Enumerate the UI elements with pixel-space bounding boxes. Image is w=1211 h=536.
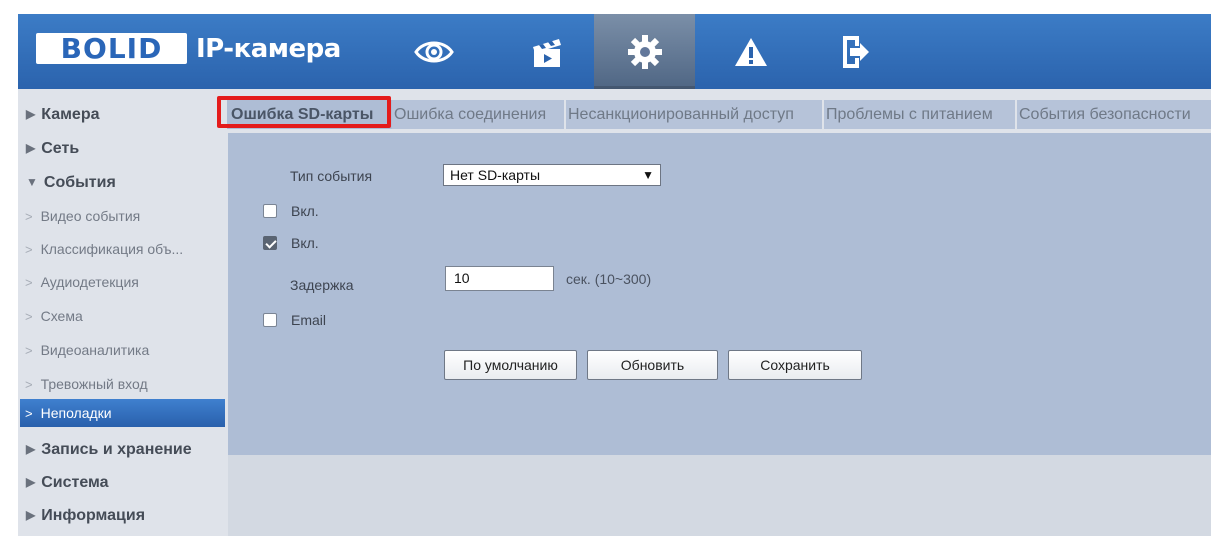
enable-checkbox-1[interactable]: [263, 204, 277, 218]
refresh-button[interactable]: Обновить: [587, 350, 718, 380]
sidebar-subitem-alarm-input[interactable]: > Тревожный вход: [18, 370, 228, 398]
sidebar-item-label: Видеоаналитика: [40, 342, 150, 358]
chevron-down-icon: ▼: [642, 168, 654, 182]
sidebar-item-label: Камера: [41, 106, 100, 123]
sidebar-item-label: Аудиодетекция: [40, 274, 139, 290]
tab-unauthorized-access[interactable]: Несанкционированный доступ: [566, 100, 822, 129]
nav-playback[interactable]: [514, 14, 580, 89]
sidebar-subitem-audio-detection[interactable]: > Аудиодетекция: [18, 268, 228, 296]
sidebar-item-label: Система: [41, 474, 109, 491]
sidebar-item-camera[interactable]: ▶ Камера: [18, 100, 228, 130]
sidebar-subitem-video-analytics[interactable]: > Видеоаналитика: [18, 336, 228, 364]
default-button[interactable]: По умолчанию: [444, 350, 577, 380]
sidebar-item-label: Тревожный вход: [40, 376, 148, 392]
sidebar-item-label: Неполадки: [40, 405, 112, 421]
eye-icon: [414, 41, 454, 62]
sidebar-subitem-object-classification[interactable]: > Классификация объ...: [18, 235, 228, 263]
sidebar-item-info[interactable]: ▶ Информация: [18, 501, 228, 531]
sidebar-item-storage[interactable]: ▶ Запись и хранение: [18, 435, 228, 465]
sidebar-item-label: Запись и хранение: [41, 441, 192, 458]
sidebar-item-events[interactable]: ▼ События: [18, 168, 228, 198]
nav-live-view[interactable]: [401, 14, 467, 89]
email-checkbox[interactable]: [263, 313, 277, 327]
enable-label-2: Вкл.: [291, 235, 319, 251]
sidebar: ▶ Камера ▶ Сеть ▼ События > Видео события > К…: [18, 89, 228, 536]
gear-icon: [627, 34, 662, 69]
tab-power-problems[interactable]: Проблемы с питанием: [824, 100, 1015, 129]
save-button[interactable]: Сохранить: [728, 350, 862, 380]
nav-settings[interactable]: [594, 14, 695, 89]
delay-unit: сек. (10~300): [566, 271, 652, 287]
delay-label: Задержка: [290, 277, 354, 293]
event-type-value: Нет SD-карты: [450, 167, 541, 183]
sidebar-item-label: Видео события: [40, 208, 141, 224]
sidebar-item-label: Классификация объ...: [40, 241, 184, 257]
sidebar-subitem-scheme[interactable]: > Схема: [18, 302, 228, 330]
clapperboard-icon: [533, 38, 561, 67]
tab-security-events[interactable]: События безопасности: [1017, 100, 1211, 129]
warning-icon: [735, 37, 767, 66]
email-label: Email: [291, 312, 327, 328]
sidebar-item-label: Информация: [41, 507, 146, 524]
sidebar-item-label: Сеть: [41, 140, 80, 157]
app-title: IP-камера: [196, 34, 341, 64]
sidebar-item-system[interactable]: ▶ Система: [18, 468, 228, 498]
event-type-label: Тип события: [290, 168, 373, 184]
nav-alarm[interactable]: [718, 14, 784, 89]
bolid-logo: BOLID: [36, 33, 187, 64]
enable-label-1: Вкл.: [291, 203, 319, 219]
content-background: [228, 455, 1211, 536]
enable-checkbox-2[interactable]: [263, 236, 277, 250]
logout-icon: [843, 35, 869, 68]
sidebar-subitem-malfunctions[interactable]: > Неполадки: [20, 399, 225, 427]
tab-connection-error[interactable]: Ошибка соединения: [392, 100, 564, 129]
settings-panel: [228, 133, 1211, 455]
sidebar-item-label: События: [43, 174, 116, 191]
event-type-select[interactable]: Нет SD-карты ▼: [443, 164, 661, 186]
nav-logout[interactable]: [823, 14, 889, 89]
delay-input[interactable]: 10: [445, 266, 554, 291]
top-header: BOLID IP-камера: [18, 14, 1211, 89]
sidebar-item-network[interactable]: ▶ Сеть: [18, 134, 228, 164]
sidebar-subitem-video-events[interactable]: > Видео события: [18, 202, 228, 230]
sidebar-item-label: Схема: [40, 308, 83, 324]
tab-sd-card-error[interactable]: Ошибка SD-карты: [227, 100, 393, 129]
